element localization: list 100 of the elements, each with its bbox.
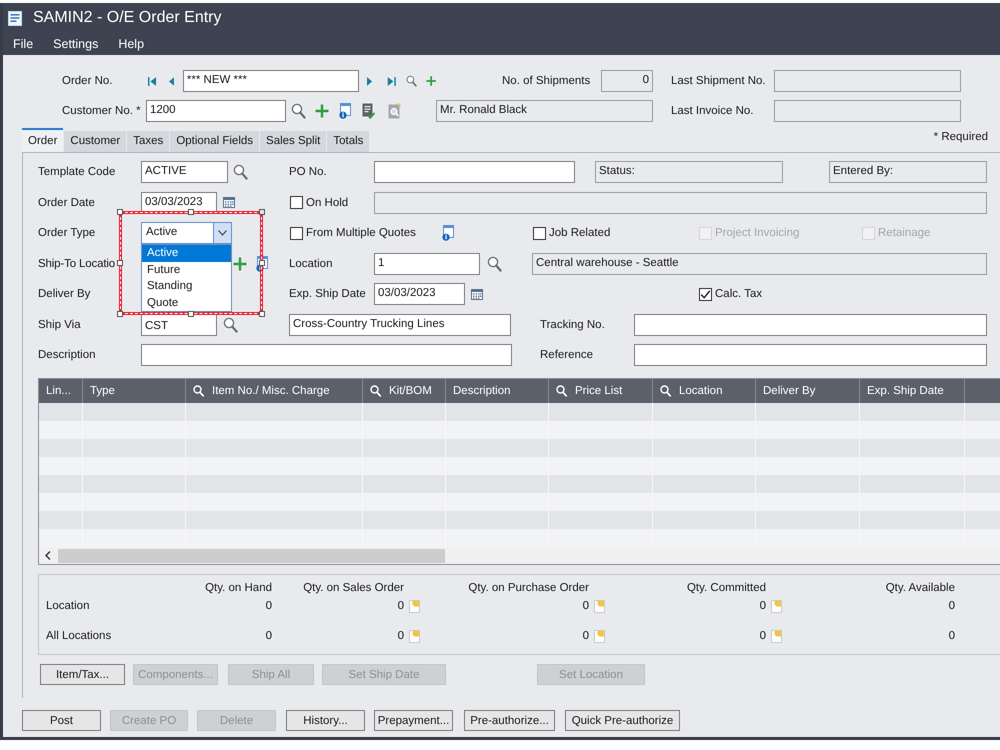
tab[interactable]: Totals <box>327 131 370 152</box>
quantity-value: 0 <box>760 600 766 612</box>
quantity-header: Qty. on Purchase Order <box>468 582 589 594</box>
tab[interactable]: Optional Fields <box>170 131 260 152</box>
action-button[interactable]: Item/Tax... <box>40 664 125 685</box>
search-icon <box>193 385 204 397</box>
calc-tax-checkbox[interactable]: Calc. Tax <box>699 288 762 301</box>
checked-document-icon[interactable] <box>362 103 375 119</box>
tab[interactable]: Taxes <box>127 131 170 152</box>
order-date-field[interactable]: 03/03/2023 <box>141 192 217 214</box>
checkmark-icon <box>700 288 711 300</box>
ship-via-field[interactable]: CST <box>141 314 217 336</box>
search-icon[interactable] <box>223 316 238 333</box>
po-number-label: PO No. <box>289 166 327 178</box>
tab[interactable]: Order <box>22 128 64 152</box>
order-date-label: Order Date <box>38 196 95 209</box>
location-field[interactable]: 1 <box>374 252 480 275</box>
quantity-header: Qty. Available <box>886 582 955 594</box>
search-icon <box>660 385 671 397</box>
multiple-quotes-checkbox[interactable]: From Multiple Quotes <box>290 226 416 240</box>
chevron-down-icon <box>218 230 227 236</box>
quantity-value: 0 <box>582 600 589 612</box>
reference-field[interactable] <box>634 344 987 366</box>
quantity-value: 0 <box>398 600 404 612</box>
window-title: SAMIN2 - O/E Order Entry <box>33 9 222 27</box>
customer-name-field: Mr. Ronald Black <box>436 100 653 122</box>
entered-by-field: Entered By: <box>829 161 987 184</box>
info-document-icon[interactable] <box>442 225 454 242</box>
last-shipment-label: Last Shipment No. <box>670 75 766 87</box>
dropdown-button[interactable] <box>213 223 231 244</box>
first-record-icon[interactable] <box>148 74 157 88</box>
action-button[interactable]: Quick Pre-authorize <box>565 710 680 731</box>
search-icon[interactable] <box>487 256 502 272</box>
status-field: Status: <box>595 161 783 184</box>
order-number-field[interactable]: *** NEW *** <box>182 70 359 92</box>
menu-item[interactable]: Help <box>115 35 148 53</box>
plus-icon[interactable] <box>426 74 436 88</box>
search-icon <box>370 385 381 397</box>
dropdown-option[interactable]: Active <box>142 245 231 262</box>
previous-icon[interactable] <box>168 74 174 88</box>
on-hold-checkbox[interactable]: On Hold <box>290 196 348 210</box>
quantity-header: Qty. on Hand <box>205 582 272 594</box>
action-button[interactable]: Post <box>22 710 101 731</box>
plus-icon[interactable] <box>233 256 247 271</box>
ship-to-location-label: Ship-To Locatio <box>38 258 116 270</box>
tab[interactable]: Customer <box>64 131 126 152</box>
action-button[interactable]: Pre-authorize... <box>464 710 555 731</box>
quantity-value: 0 <box>948 600 955 612</box>
description-field[interactable] <box>141 344 512 366</box>
row-label: Location <box>46 600 90 612</box>
quantity-value: 0 <box>398 630 404 642</box>
dropdown-option[interactable]: Standing <box>142 278 231 295</box>
quantity-value: 0 <box>582 630 589 642</box>
quantity-value: 0 <box>266 600 272 612</box>
calendar-icon[interactable] <box>471 288 483 300</box>
action-button[interactable]: History... <box>286 710 365 731</box>
description-label: Description <box>38 349 96 362</box>
reference-label: Reference <box>539 349 594 362</box>
shipments-count-field: 0 <box>601 70 653 92</box>
dropdown-option[interactable]: Future <box>142 262 231 278</box>
job-related-checkbox[interactable]: Job Related <box>533 226 610 240</box>
menu-item[interactable]: Settings <box>50 35 102 53</box>
document-search-icon[interactable] <box>388 103 401 119</box>
quantity-header: Qty. Committed <box>686 582 766 594</box>
last-record-icon[interactable] <box>387 74 396 88</box>
last-invoice-label: Last Invoice No. <box>670 105 754 117</box>
order-number-label: Order No. <box>62 75 112 87</box>
dropdown-option[interactable]: Quote <box>142 294 231 312</box>
expected-ship-date-label: Exp. Ship Date <box>289 288 366 300</box>
quantity-value: 0 <box>760 630 766 642</box>
action-button[interactable]: Prepayment... <box>374 710 453 731</box>
info-document-icon[interactable] <box>339 103 351 119</box>
required-note: * Required <box>934 131 988 143</box>
ship-via-label: Ship Via <box>38 318 81 331</box>
search-icon[interactable] <box>406 73 417 89</box>
search-icon[interactable] <box>233 164 248 180</box>
po-number-field[interactable] <box>374 161 575 184</box>
location-description-field: Central warehouse - Seattle <box>532 252 987 275</box>
customer-number-label: Customer No. * <box>62 105 141 117</box>
search-icon[interactable] <box>291 103 306 119</box>
customer-number-field[interactable]: 1200 <box>146 100 286 122</box>
scrollbar-thumb[interactable] <box>58 548 445 562</box>
row-label: All Locations <box>46 630 112 642</box>
tracking-number-field[interactable] <box>634 314 987 336</box>
location-label: Location <box>289 258 332 270</box>
horizontal-scrollbar[interactable] <box>39 547 1000 564</box>
quantity-header: Qty. on Sales Order <box>303 582 404 594</box>
next-icon[interactable] <box>366 74 372 88</box>
deliver-by-label: Deliver By <box>38 288 90 300</box>
search-icon <box>556 385 567 397</box>
template-code-field[interactable]: ACTIVE <box>141 161 228 184</box>
tab[interactable]: Sales Split <box>260 131 326 152</box>
expected-ship-date-field[interactable]: 03/03/2023 <box>374 283 465 306</box>
quantity-value: 0 <box>948 630 955 642</box>
ship-via-description-field[interactable]: Cross-Country Trucking Lines <box>289 314 511 336</box>
order-type-dropdown[interactable]: Active <box>141 222 232 244</box>
plus-icon[interactable] <box>315 104 329 118</box>
order-type-label: Order Type <box>38 227 96 240</box>
menu-item[interactable]: File <box>10 35 36 53</box>
calendar-icon[interactable] <box>223 197 235 208</box>
